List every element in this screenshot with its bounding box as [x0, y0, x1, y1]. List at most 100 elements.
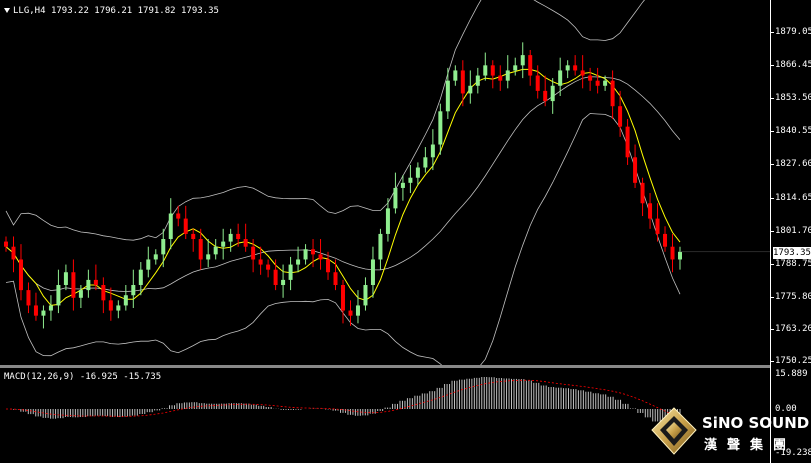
bollinger-lower-line	[5, 113, 681, 365]
price-tick-2: 1853.50	[775, 93, 811, 103]
price-tick-3: 1840.55	[775, 126, 811, 136]
price-tick-10: 1750.25	[775, 356, 811, 366]
candle-body	[348, 310, 353, 316]
candle-body	[93, 279, 98, 286]
candle-body	[123, 295, 128, 306]
candle-body	[176, 213, 181, 219]
price-axis[interactable]: 1879.05 1866.45 1853.50 1840.55 1827.60 1814.…	[770, 0, 811, 463]
candle-body	[63, 272, 68, 286]
candle-body	[603, 80, 608, 86]
candle-body	[251, 246, 256, 260]
candle-body	[288, 264, 293, 280]
price-chart-panel[interactable]	[0, 0, 770, 365]
candle-body	[303, 249, 308, 260]
candle-body	[468, 85, 473, 94]
candle-body	[423, 157, 428, 168]
price-tick-mark	[771, 65, 774, 66]
candle-body	[460, 70, 465, 94]
candle-body	[505, 70, 510, 81]
price-tick-8: 1775.80	[775, 292, 811, 302]
candle-body	[266, 264, 271, 270]
diamond-logo-icon	[651, 407, 697, 455]
candle-body	[221, 241, 226, 247]
price-tick-mark	[771, 32, 774, 33]
macd-header: MACD(12,26,9) -16.925 -15.735	[4, 372, 162, 382]
candle-body	[191, 233, 196, 240]
candle-body	[363, 285, 368, 306]
candle-body	[258, 259, 263, 265]
candle-body	[273, 269, 278, 286]
candle-body	[513, 65, 518, 71]
price-tick-mark	[771, 164, 774, 165]
candle-body	[445, 80, 450, 112]
candle-body	[355, 305, 360, 316]
price-tick-mark	[771, 329, 774, 330]
candle-body	[168, 213, 173, 240]
candle-body	[86, 279, 91, 291]
candle-body	[625, 126, 630, 158]
candle-body	[535, 75, 540, 91]
price-chart-svg	[4, 0, 770, 365]
candle-body	[520, 55, 525, 66]
candle-body	[161, 239, 166, 255]
dropdown-triangle-icon[interactable]	[4, 8, 10, 13]
candle-body	[236, 233, 241, 240]
candle-body	[131, 285, 136, 296]
candle-body	[41, 310, 46, 316]
candle-body	[670, 246, 675, 260]
candle-body	[26, 290, 31, 306]
candle-body	[326, 259, 331, 273]
candle-body	[183, 218, 188, 234]
candle-body	[558, 70, 563, 86]
candle-body	[483, 65, 488, 76]
price-tick-6: 1801.70	[775, 226, 811, 236]
candle-body	[453, 70, 458, 81]
candle-body	[318, 254, 323, 260]
candle-body	[595, 80, 600, 86]
candle-body	[4, 241, 8, 247]
candle-body	[430, 144, 435, 158]
candle-body	[48, 305, 53, 311]
candle-body	[108, 300, 113, 311]
candle-body	[311, 249, 316, 255]
candle-body	[116, 305, 121, 311]
candle-body	[281, 279, 286, 286]
candle-body	[543, 90, 548, 102]
candle-body	[385, 208, 390, 234]
candle-body	[101, 285, 106, 301]
price-tick-mark	[771, 198, 774, 199]
candle-body	[56, 285, 61, 306]
candle-body	[243, 239, 248, 247]
candle-body	[33, 305, 38, 316]
price-tick-mark	[771, 131, 774, 132]
chart-header: LLG,H4 1793.22 1796.21 1791.82 1793.35	[4, 6, 219, 16]
macd-axis-top: 15.889	[775, 369, 808, 379]
candle-body	[400, 182, 405, 188]
candle-body	[370, 259, 375, 286]
candle-body	[618, 106, 623, 127]
price-tick-mark	[771, 98, 774, 99]
candle-body	[498, 75, 503, 81]
sinosound-logo: SiNO SOUND 漢聲集團	[648, 404, 811, 463]
symbol-period: LLG,H4	[13, 6, 46, 16]
candle-body	[565, 65, 570, 71]
candle-body	[378, 233, 383, 260]
candle-body	[663, 233, 668, 247]
price-tick-5: 1814.65	[775, 193, 811, 203]
price-tick-1: 1866.45	[775, 60, 811, 70]
logo-name: SiNO SOUND	[702, 414, 810, 432]
candle-body	[18, 259, 23, 291]
price-tick-7: 1788.75	[775, 259, 811, 269]
candle-body	[610, 80, 615, 107]
candle-body	[206, 254, 211, 260]
bollinger-middle-line	[5, 76, 681, 292]
price-tick-9: 1763.20	[775, 324, 811, 334]
candle-body	[633, 157, 638, 183]
candle-body	[580, 70, 585, 76]
candle-body	[153, 254, 158, 260]
price-tick-mark	[771, 361, 774, 362]
candle-body	[640, 182, 645, 204]
candle-body	[678, 251, 682, 260]
candle-body	[393, 187, 398, 209]
candle-body	[78, 290, 83, 298]
